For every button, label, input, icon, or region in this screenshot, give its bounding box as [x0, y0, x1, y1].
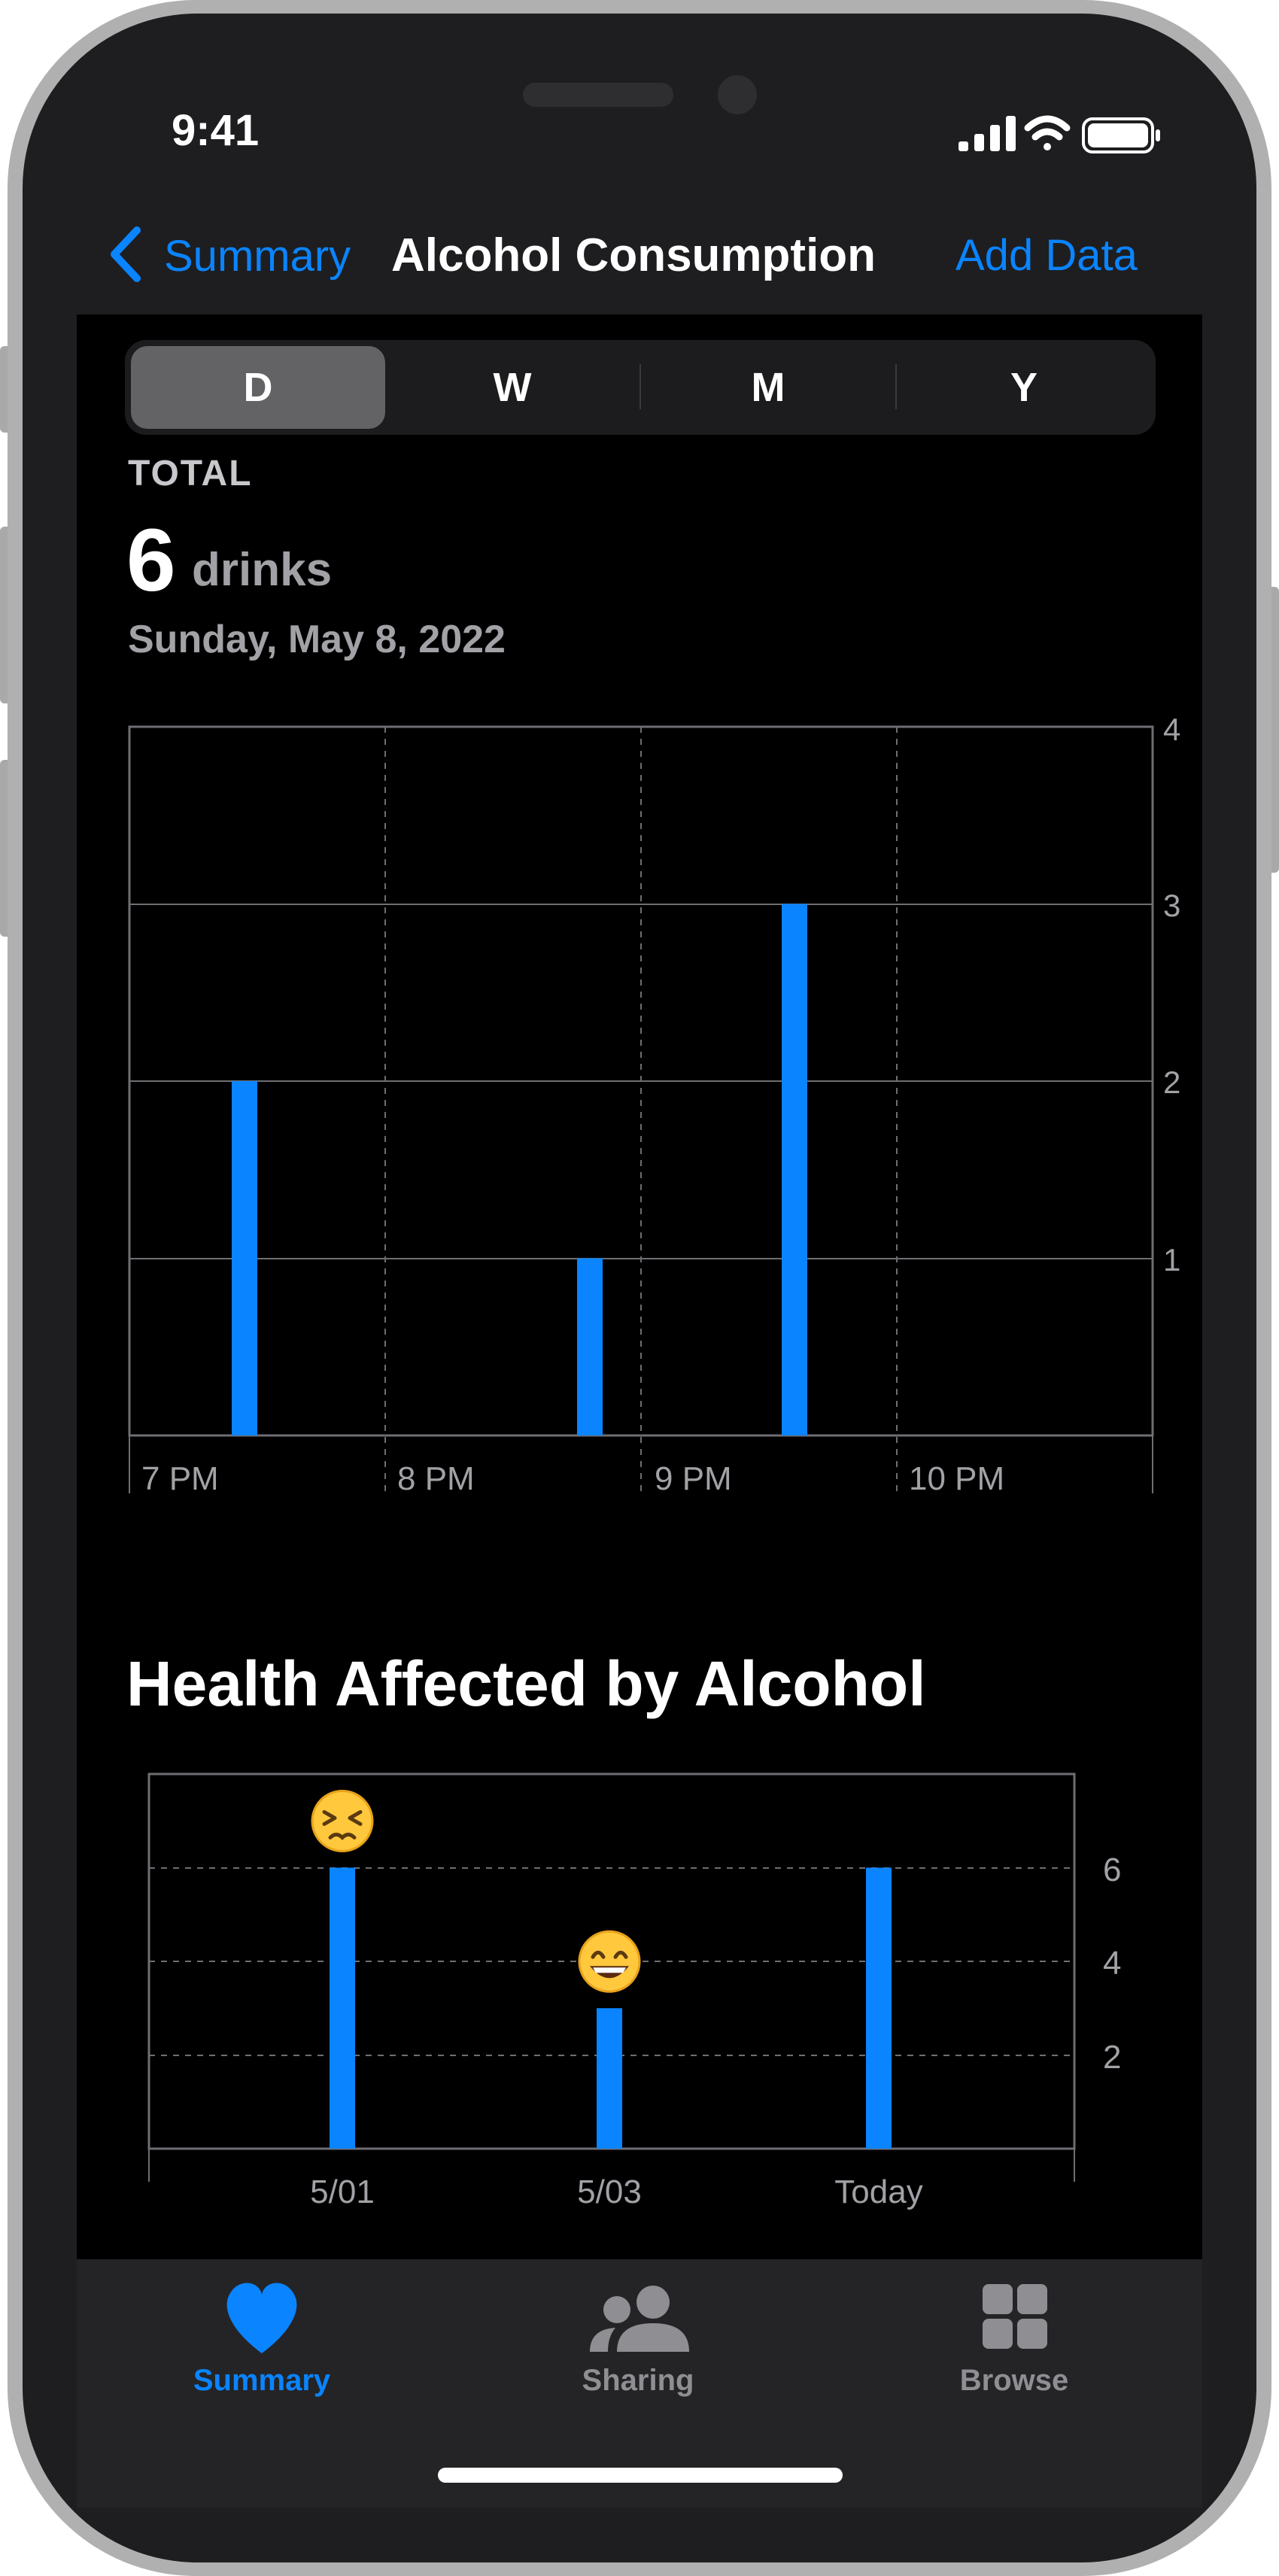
back-button[interactable]: Summary	[105, 226, 351, 286]
add-data-button[interactable]: Add Data	[955, 226, 1159, 286]
segment-day[interactable]: D	[131, 346, 385, 429]
chart2-y-tick-6: 6	[1103, 1852, 1121, 1888]
chart2-bar-5-01	[330, 1867, 355, 2149]
status-time: 9:41	[172, 106, 260, 155]
speaker-grille	[523, 83, 673, 107]
chart1-bar-7pm	[232, 1081, 257, 1435]
chart2-bar-today	[866, 1867, 892, 2149]
chart2-x-tick-5-01: 5/01	[310, 2174, 375, 2210]
segment-month[interactable]: M	[641, 346, 895, 429]
segment-week[interactable]: W	[385, 346, 640, 429]
section-title-health-affected: Health Affected by Alcohol	[126, 1648, 926, 1719]
segment-year[interactable]: Y	[897, 346, 1151, 429]
total-label: TOTAL	[128, 454, 253, 494]
grinning-face-emoji-icon	[578, 1930, 641, 1993]
chart2-bar-5-03	[597, 2008, 622, 2149]
total-date: Sunday, May 8, 2022	[128, 618, 506, 661]
period-segmented-control: D W M Y	[125, 340, 1156, 435]
tab-summary-label: Summary	[193, 2364, 331, 2397]
tab-browse-label: Browse	[959, 2364, 1069, 2397]
chart2-x-tick-today: Today	[834, 2174, 922, 2210]
home-indicator	[438, 2468, 843, 2483]
chart2-y-tick-2: 2	[1103, 2039, 1121, 2076]
chart1-x-tick-7pm: 7 PM	[141, 1460, 219, 1497]
tab-sharing[interactable]: Sharing	[525, 2278, 751, 2406]
tab-sharing-label: Sharing	[582, 2364, 694, 2397]
chart1-y-tick-1: 1	[1163, 1242, 1180, 1277]
chart1-y-tick-3: 3	[1163, 888, 1180, 923]
persevering-face-emoji-icon	[311, 1790, 374, 1852]
chart1-bar-9pm	[782, 904, 807, 1435]
tab-summary[interactable]: Summary	[149, 2278, 375, 2406]
chart1-x-tick-10pm: 10 PM	[909, 1460, 1004, 1497]
chart1-bar-8pm	[577, 1258, 603, 1435]
chart2-y-tick-4: 4	[1103, 1945, 1121, 1982]
page-title: Alcohol Consumption	[391, 229, 876, 281]
total-value: 6	[126, 511, 176, 610]
chart1-y-tick-4: 4	[1163, 712, 1180, 747]
chart1-x-tick-8pm: 8 PM	[397, 1460, 475, 1497]
tab-browse[interactable]: Browse	[901, 2278, 1127, 2406]
chart1-x-tick-9pm: 9 PM	[655, 1460, 732, 1497]
chart2-x-tick-5-03: 5/03	[577, 2174, 642, 2210]
total-unit: drinks	[192, 544, 333, 596]
back-button-label: Summary	[164, 231, 351, 281]
front-camera	[718, 75, 757, 114]
chart1-y-tick-2: 2	[1163, 1065, 1180, 1100]
